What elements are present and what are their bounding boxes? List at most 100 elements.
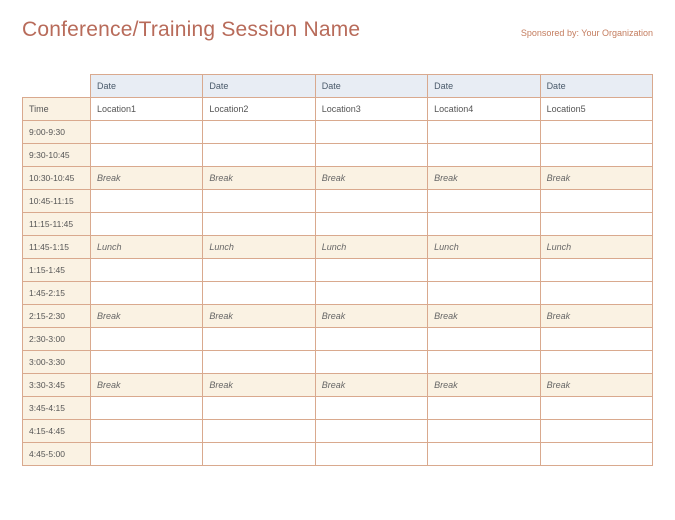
slot-cell: Lunch (203, 236, 315, 259)
slot-cell: Break (315, 374, 427, 397)
location-header-row: Time Location1 Location2 Location3 Locat… (23, 98, 653, 121)
slot-cell: Break (540, 374, 652, 397)
slot-cell (540, 121, 652, 144)
slot-cell (428, 190, 540, 213)
slot-cell: Break (428, 305, 540, 328)
time-cell: 4:45-5:00 (23, 443, 91, 466)
slot-cell (315, 190, 427, 213)
slot-cell: Lunch (540, 236, 652, 259)
time-cell: 3:00-3:30 (23, 351, 91, 374)
time-cell: 11:15-11:45 (23, 213, 91, 236)
slot-cell (91, 282, 203, 305)
slot-cell (428, 121, 540, 144)
slot-cell (428, 328, 540, 351)
time-cell: 11:45-1:15 (23, 236, 91, 259)
slot-cell (203, 282, 315, 305)
slot-cell (315, 443, 427, 466)
location-header: Location3 (315, 98, 427, 121)
time-cell: 2:30-3:00 (23, 328, 91, 351)
slot-cell (428, 420, 540, 443)
slot-cell (540, 213, 652, 236)
slot-cell (540, 420, 652, 443)
location-header: Location4 (428, 98, 540, 121)
corner-cell (23, 75, 91, 98)
time-cell: 1:45-2:15 (23, 282, 91, 305)
slot-cell: Break (315, 305, 427, 328)
schedule-row: 10:30-10:45BreakBreakBreakBreakBreak (23, 167, 653, 190)
time-cell: 10:30-10:45 (23, 167, 91, 190)
slot-cell (91, 259, 203, 282)
slot-cell (203, 420, 315, 443)
schedule-row: 10:45-11:15 (23, 190, 653, 213)
time-cell: 9:00-9:30 (23, 121, 91, 144)
time-cell: 1:15-1:45 (23, 259, 91, 282)
date-header: Date (203, 75, 315, 98)
slot-cell (203, 144, 315, 167)
time-cell: 9:30-10:45 (23, 144, 91, 167)
slot-cell (315, 144, 427, 167)
slot-cell (540, 351, 652, 374)
location-header: Location1 (91, 98, 203, 121)
location-header: Location5 (540, 98, 652, 121)
slot-cell (540, 190, 652, 213)
slot-cell (91, 190, 203, 213)
slot-cell (203, 121, 315, 144)
slot-cell (428, 397, 540, 420)
location-header: Location2 (203, 98, 315, 121)
slot-cell: Break (91, 305, 203, 328)
schedule-row: 4:45-5:00 (23, 443, 653, 466)
schedule-row: 3:45-4:15 (23, 397, 653, 420)
time-cell: 2:15-2:30 (23, 305, 91, 328)
slot-cell: Break (203, 305, 315, 328)
schedule-row: 3:00-3:30 (23, 351, 653, 374)
slot-cell: Break (428, 167, 540, 190)
time-column-header: Time (23, 98, 91, 121)
slot-cell: Lunch (428, 236, 540, 259)
schedule-row: 3:30-3:45BreakBreakBreakBreakBreak (23, 374, 653, 397)
slot-cell: Lunch (315, 236, 427, 259)
slot-cell (315, 351, 427, 374)
slot-cell: Break (540, 305, 652, 328)
slot-cell (315, 282, 427, 305)
slot-cell (315, 420, 427, 443)
time-cell: 3:30-3:45 (23, 374, 91, 397)
slot-cell (315, 121, 427, 144)
time-cell: 3:45-4:15 (23, 397, 91, 420)
slot-cell (203, 213, 315, 236)
slot-cell (91, 121, 203, 144)
date-header-row: Date Date Date Date Date (23, 75, 653, 98)
slot-cell (203, 328, 315, 351)
schedule-row: 9:00-9:30 (23, 121, 653, 144)
schedule-row: 4:15-4:45 (23, 420, 653, 443)
time-cell: 4:15-4:45 (23, 420, 91, 443)
slot-cell (91, 443, 203, 466)
slot-cell (203, 397, 315, 420)
slot-cell (91, 213, 203, 236)
slot-cell (428, 259, 540, 282)
slot-cell (315, 328, 427, 351)
slot-cell (203, 190, 315, 213)
slot-cell (315, 397, 427, 420)
slot-cell (91, 328, 203, 351)
slot-cell: Break (91, 167, 203, 190)
slot-cell (91, 144, 203, 167)
schedule-row: 11:45-1:15LunchLunchLunchLunchLunch (23, 236, 653, 259)
date-header: Date (428, 75, 540, 98)
schedule-row: 11:15-11:45 (23, 213, 653, 236)
schedule-body: 9:00-9:309:30-10:4510:30-10:45BreakBreak… (23, 121, 653, 466)
slot-cell: Break (203, 167, 315, 190)
slot-cell: Break (203, 374, 315, 397)
slot-cell (540, 144, 652, 167)
slot-cell: Lunch (91, 236, 203, 259)
slot-cell (428, 144, 540, 167)
slot-cell (540, 397, 652, 420)
date-header: Date (91, 75, 203, 98)
slot-cell: Break (91, 374, 203, 397)
schedule-row: 1:45-2:15 (23, 282, 653, 305)
slot-cell (315, 259, 427, 282)
slot-cell (540, 443, 652, 466)
schedule-row: 9:30-10:45 (23, 144, 653, 167)
slot-cell: Break (540, 167, 652, 190)
slot-cell (91, 397, 203, 420)
slot-cell (428, 443, 540, 466)
